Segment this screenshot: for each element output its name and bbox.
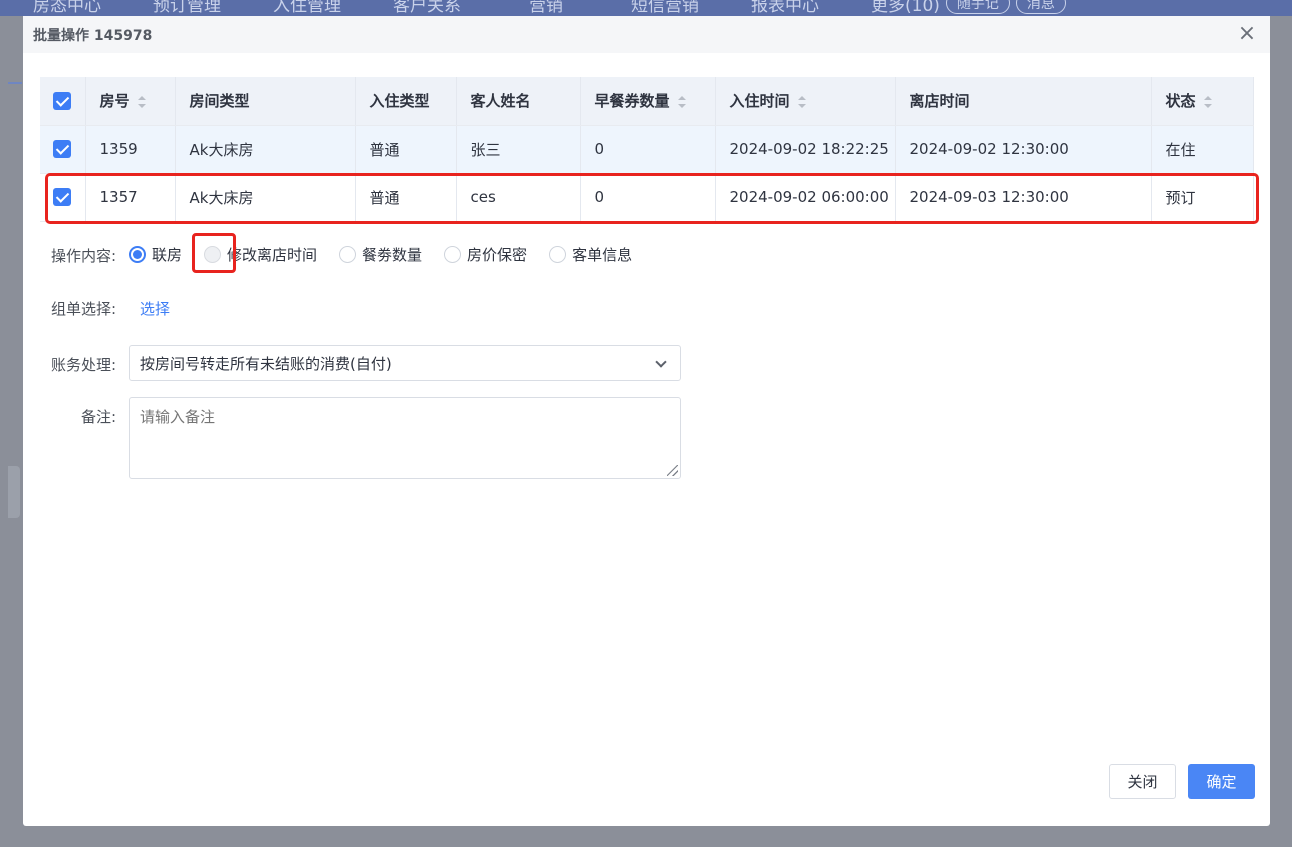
chevron-down-icon[interactable]: [655, 356, 667, 368]
remark-label: 备注:: [81, 408, 117, 426]
cell-breakfast: 0: [580, 173, 716, 222]
cell-checkin-type: 普通: [355, 125, 457, 174]
bg-pill: 随手记: [945, 0, 1010, 14]
row-checkbox[interactable]: [53, 140, 71, 159]
sort-icon[interactable]: [677, 95, 686, 108]
column-header[interactable]: 入住时间: [715, 77, 896, 126]
operation-label: 操作内容:: [51, 247, 117, 265]
close-icon[interactable]: ×: [1236, 23, 1258, 45]
confirm-button[interactable]: 确定: [1188, 764, 1255, 799]
bg-nav-item: 入住管理: [273, 0, 341, 16]
background-nav: 房态中心 预订管理 入住管理 客户关系 营销 短信营销 报表中心 更多(10) …: [0, 0, 1066, 16]
column-header: 房间类型: [175, 77, 356, 126]
cell-guest: 张三: [456, 125, 581, 174]
sort-icon[interactable]: [797, 95, 806, 108]
column-header[interactable]: 房号: [85, 77, 176, 126]
batch-operation-dialog: 批量操作 145978 × 房号 房间类型 入住类型 客人姓名 早餐券数量 入住…: [23, 16, 1270, 826]
bg-nav-item: 短信营销: [631, 0, 699, 16]
radio-option-price-secret[interactable]: 房价保密: [444, 244, 527, 265]
cell-status: 在住: [1151, 125, 1254, 174]
cell-checkin-time: 2024-09-02 06:00:00: [715, 173, 896, 222]
column-header: 离店时间: [895, 77, 1152, 126]
sort-icon[interactable]: [137, 95, 146, 108]
cell-checkout-time: 2024-09-02 12:30:00: [895, 125, 1152, 174]
background-collapse-handle: [8, 466, 20, 518]
column-header[interactable]: 早餐券数量: [580, 77, 716, 126]
column-header: 客人姓名: [456, 77, 581, 126]
bg-nav-item: 报表中心: [751, 0, 819, 16]
group-select-label: 组单选择:: [51, 300, 117, 318]
bg-nav-item: 房态中心: [33, 0, 101, 16]
cell-room: 1359: [85, 125, 176, 174]
cell-guest: ces: [456, 173, 581, 222]
radio-option-link-room[interactable]: 联房: [129, 244, 182, 265]
radio-option-guest-info[interactable]: 客单信息: [549, 244, 632, 265]
radio-checked-icon[interactable]: [129, 245, 146, 263]
cell-status: 预订: [1151, 173, 1254, 222]
column-header: 入住类型: [355, 77, 457, 126]
operation-radio-group: 联房 修改离店时间 餐劵数量 房价保密 客单信息: [129, 244, 654, 264]
resize-handle-icon[interactable]: [667, 465, 678, 476]
table-row[interactable]: 1359 Ak大床房 普通 张三 0 2024-09-02 18:22:25 2…: [40, 125, 1254, 174]
cell-breakfast: 0: [580, 125, 716, 174]
bg-nav-item: 客户关系: [393, 0, 461, 16]
room-table: 房号 房间类型 入住类型 客人姓名 早餐券数量 入住时间 离店时间 状态 135…: [40, 77, 1254, 222]
radio-icon[interactable]: [444, 245, 462, 263]
background-app-bar: 房态中心 预订管理 入住管理 客户关系 营销 短信营销 报表中心 更多(10) …: [0, 0, 1292, 16]
background-divider: [8, 82, 22, 84]
close-button[interactable]: 关闭: [1109, 764, 1176, 799]
cell-checkin-time: 2024-09-02 18:22:25: [715, 125, 896, 174]
dialog-title: 批量操作 145978: [33, 27, 153, 44]
table-row[interactable]: 1357 Ak大床房 普通 ces 0 2024-09-02 06:00:00 …: [40, 173, 1254, 222]
group-select-link[interactable]: 选择: [140, 298, 170, 319]
cell-room-type: Ak大床房: [175, 173, 356, 222]
dialog-header: 批量操作 145978 ×: [23, 16, 1270, 53]
remark-textarea[interactable]: [129, 397, 681, 479]
bg-nav-item: 更多(10): [871, 0, 940, 16]
select-all-checkbox[interactable]: [53, 92, 71, 110]
select-all-cell[interactable]: [40, 77, 86, 126]
radio-option-change-checkout[interactable]: 修改离店时间: [204, 244, 317, 265]
account-select[interactable]: 按房间号转走所有未结账的消费(自付): [129, 345, 681, 381]
cell-room: 1357: [85, 173, 176, 222]
bg-nav-item: 营销: [529, 0, 563, 16]
radio-disabled-icon[interactable]: [204, 245, 222, 263]
radio-icon[interactable]: [339, 245, 357, 263]
table-header-row: 房号 房间类型 入住类型 客人姓名 早餐券数量 入住时间 离店时间 状态: [40, 77, 1254, 126]
sort-icon[interactable]: [1203, 95, 1212, 108]
cell-room-type: Ak大床房: [175, 125, 356, 174]
cell-checkout-time: 2024-09-03 12:30:00: [895, 173, 1152, 222]
bg-nav-item: 预订管理: [153, 0, 221, 16]
account-select-value: 按房间号转走所有未结账的消费(自付): [140, 354, 392, 373]
radio-icon[interactable]: [549, 245, 567, 263]
column-header[interactable]: 状态: [1151, 77, 1254, 126]
cell-checkin-type: 普通: [355, 173, 457, 222]
bg-pill: 消息: [1015, 0, 1066, 14]
radio-option-voucher-qty[interactable]: 餐劵数量: [339, 244, 422, 265]
row-checkbox[interactable]: [53, 188, 71, 207]
account-label: 账务处理:: [51, 356, 117, 374]
